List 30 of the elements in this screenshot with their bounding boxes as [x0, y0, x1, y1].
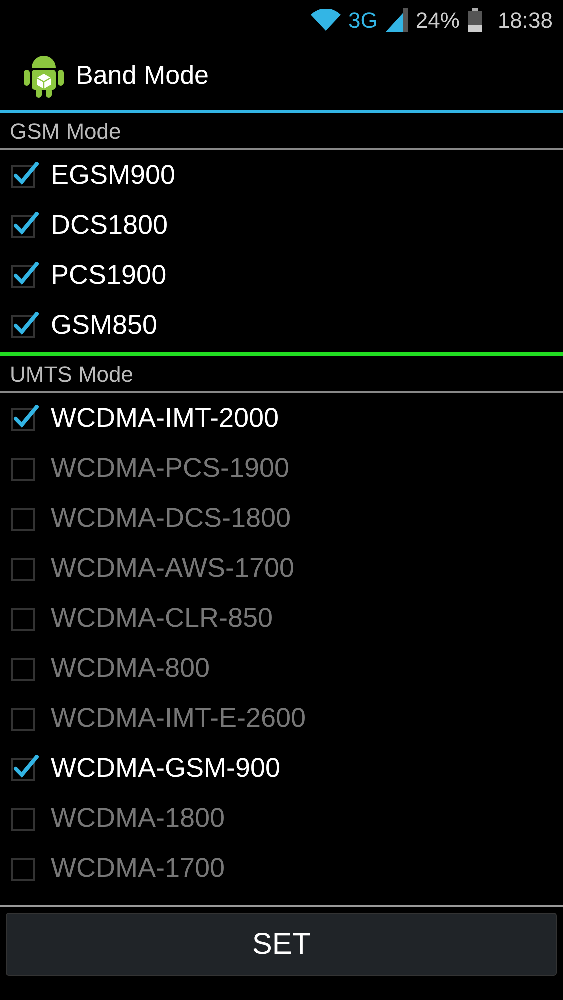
checkbox[interactable] — [11, 312, 39, 338]
section-header: UMTS Mode — [0, 356, 563, 393]
band-option[interactable]: WCDMA-800 — [51, 648, 210, 688]
band-option[interactable]: PCS1900 — [51, 254, 167, 296]
checkbox[interactable] — [11, 262, 39, 288]
band-option[interactable]: WCDMA-DCS-1800 — [51, 498, 292, 538]
band-option[interactable]: WCDMA-1800 — [51, 798, 226, 838]
network-type: 3G — [348, 6, 378, 34]
band-option[interactable]: WCDMA-CLR-850 — [51, 598, 274, 638]
band-option[interactable]: EGSM900 — [51, 154, 176, 196]
app-title: Band Mode — [76, 58, 209, 92]
battery-percent: 24% — [416, 6, 460, 34]
band-option[interactable]: WCDMA-1700 — [51, 848, 226, 888]
wifi-icon — [310, 9, 341, 31]
battery-icon — [468, 8, 482, 32]
band-option[interactable]: WCDMA-GSM-900 — [51, 748, 281, 788]
set-button[interactable]: SET — [6, 913, 557, 976]
checkbox[interactable] — [11, 212, 39, 238]
band-option[interactable]: WCDMA-IMT-E-2600 — [51, 698, 306, 738]
signal-icon — [386, 8, 408, 32]
checkbox[interactable] — [11, 162, 39, 188]
checkbox[interactable] — [11, 405, 39, 431]
band-option[interactable]: GSM850 — [51, 304, 158, 346]
clock: 18:38 — [498, 6, 553, 34]
band-option[interactable]: WCDMA-PCS-1900 — [51, 448, 290, 488]
section-header: GSM Mode — [0, 113, 563, 150]
band-option[interactable]: DCS1800 — [51, 204, 168, 246]
checkbox[interactable] — [11, 755, 39, 781]
band-option[interactable]: WCDMA-IMT-2000 — [51, 398, 280, 438]
band-option[interactable]: WCDMA-AWS-1700 — [51, 548, 295, 588]
